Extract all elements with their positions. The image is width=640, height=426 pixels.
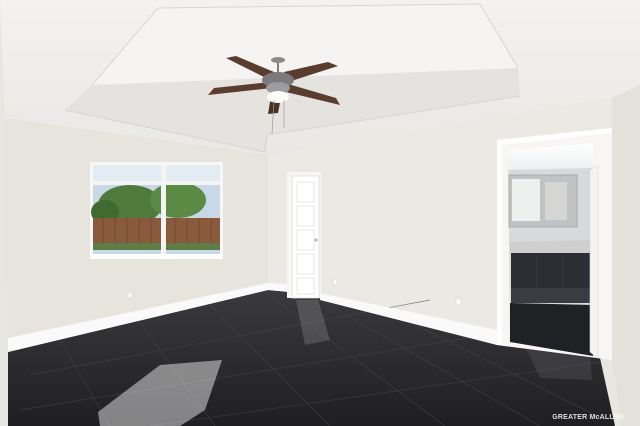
closet-door — [287, 172, 321, 299]
outlet-back-1 — [332, 278, 338, 286]
vanity-counter — [510, 240, 592, 255]
bedroom-photo: GREATER McALLEN — [0, 0, 640, 426]
bathroom-doorway — [497, 128, 612, 360]
watermark-logo: GREATER McALLEN — [552, 414, 624, 421]
window — [90, 162, 223, 259]
right-wall — [612, 85, 640, 426]
outlet-left — [127, 291, 133, 299]
door-knob — [314, 238, 318, 242]
outlet-back-2 — [455, 297, 462, 306]
fan-light — [267, 91, 289, 103]
open-door — [589, 164, 599, 359]
bedroom-illustration — [0, 0, 640, 426]
